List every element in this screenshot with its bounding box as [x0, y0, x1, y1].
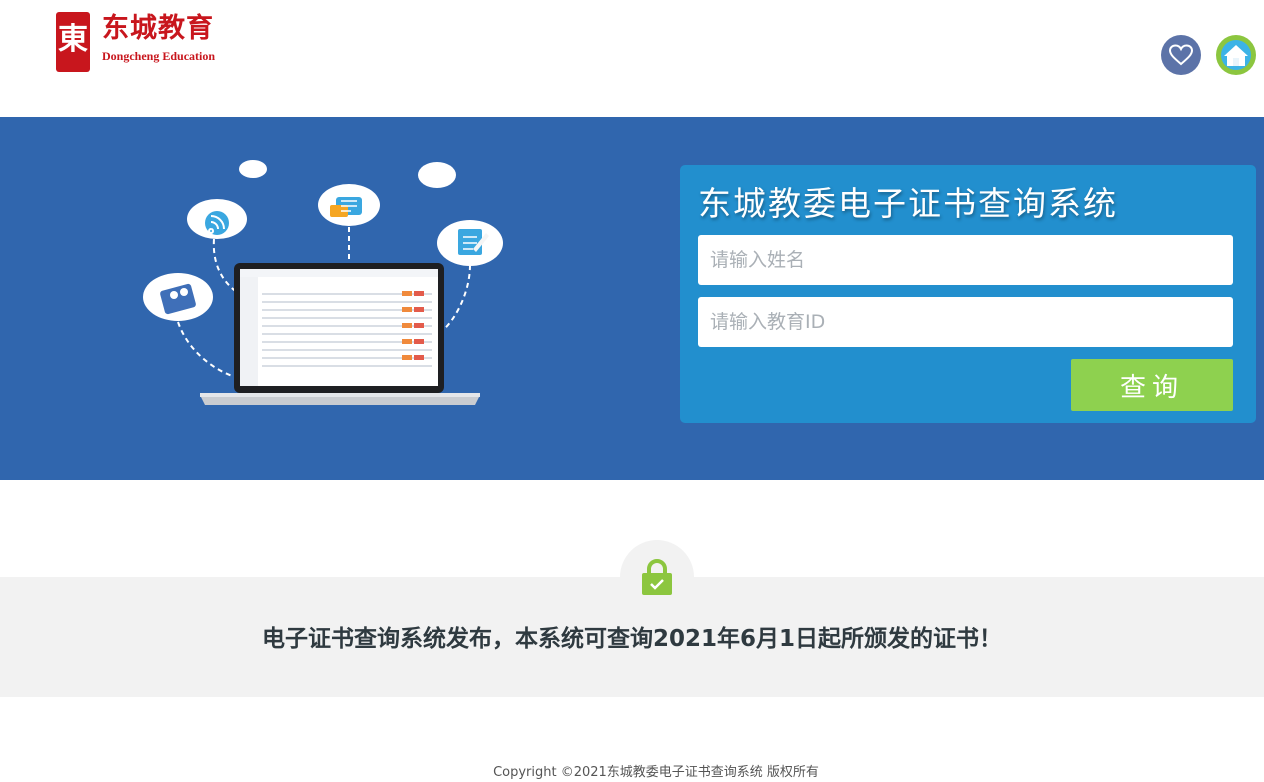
- home-icon: [1221, 40, 1251, 70]
- logo-english-name: Dongcheng Education: [102, 49, 216, 63]
- name-input[interactable]: [698, 235, 1233, 285]
- lock-icon: [642, 559, 672, 595]
- education-id-input[interactable]: [698, 297, 1233, 347]
- site-header: 東 东城教育 Dongcheng Education: [0, 0, 1264, 117]
- rss-icon: [205, 211, 229, 235]
- favorite-button[interactable]: [1161, 35, 1201, 75]
- site-logo[interactable]: 東 东城教育 Dongcheng Education: [56, 12, 215, 72]
- laptop-cloud-illustration: [143, 160, 503, 405]
- release-notice: 电子证书查询系统发布，本系统可查询2021年6月1日起所颁发的证书！: [261, 626, 1003, 652]
- home-button[interactable]: [1216, 35, 1256, 75]
- certificate-search-panel: 东城教委电子证书查询系统 查询: [680, 165, 1256, 423]
- logo-glyph: 東: [58, 22, 88, 57]
- hero-banner: 东城教委电子证书查询系统 查询: [0, 117, 1264, 480]
- panel-title: 东城教委电子证书查询系统: [698, 184, 1118, 223]
- logo-chinese-name: 东城教育: [102, 13, 214, 44]
- copyright-text: Copyright ©2021东城教委电子证书查询系统 版权所有: [493, 765, 819, 780]
- logo-mark: 東: [56, 12, 90, 72]
- query-button[interactable]: 查询: [1071, 359, 1233, 411]
- heart-icon: [1169, 44, 1193, 66]
- lock-badge: [620, 540, 694, 614]
